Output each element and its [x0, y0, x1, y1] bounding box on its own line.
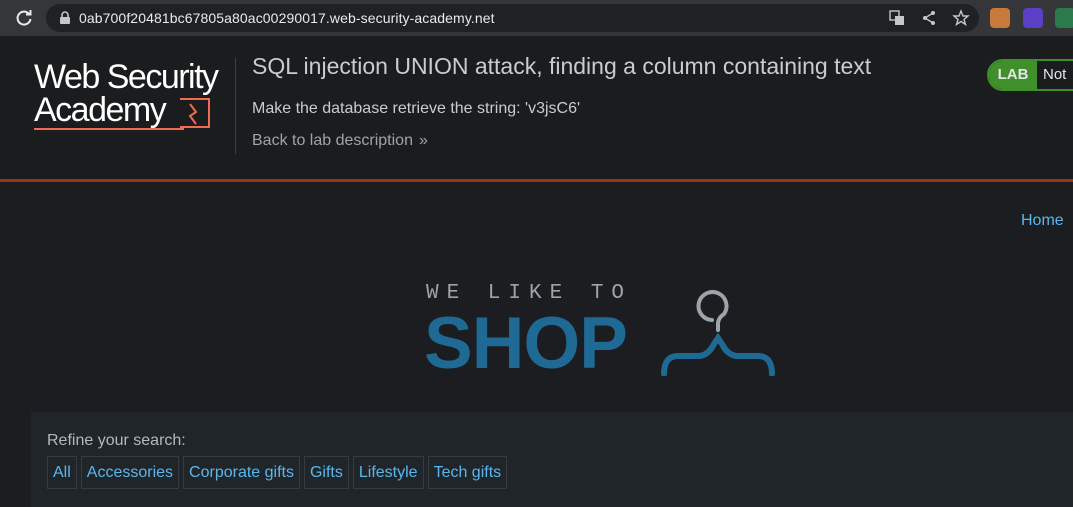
extension-icon[interactable] [1055, 8, 1073, 28]
lock-icon[interactable] [58, 11, 72, 25]
extension-icon[interactable] [1023, 8, 1043, 28]
logo-text-line2: Academy [34, 91, 167, 129]
url-text[interactable]: 0ab700f20481bc67805a80ac00290017.web-sec… [79, 10, 495, 26]
share-icon[interactable] [920, 9, 938, 27]
filter-corporate-gifts[interactable]: Corporate gifts [183, 456, 300, 489]
lab-badge-status: Not [1037, 61, 1073, 89]
logo-underline [34, 128, 184, 130]
web-security-academy-logo[interactable]: Web Security Academy [34, 58, 234, 134]
refine-search-panel: Refine your search: All Accessories Corp… [31, 412, 1073, 507]
back-to-lab-link[interactable]: Back to lab description » [252, 132, 428, 150]
filter-all[interactable]: All [47, 456, 77, 489]
home-link[interactable]: Home [1021, 212, 1064, 230]
filter-lifestyle[interactable]: Lifestyle [352, 456, 424, 489]
logo-bolt-box [180, 98, 210, 128]
lab-badge-label: LAB [989, 61, 1037, 89]
lab-status-badge: LAB Not [987, 59, 1073, 91]
filter-gifts[interactable]: Gifts [303, 456, 349, 489]
filter-accessories[interactable]: Accessories [80, 456, 180, 489]
reload-icon[interactable] [14, 8, 34, 28]
hanger-icon [661, 290, 775, 376]
star-icon[interactable] [952, 9, 970, 27]
browser-toolbar: 0ab700f20481bc67805a80ac00290017.web-sec… [0, 0, 1073, 36]
header-divider [235, 58, 236, 154]
shop-logo: WE LIKE TO SHOP [424, 282, 784, 384]
translate-icon[interactable] [888, 9, 906, 27]
shop-word: SHOP [424, 303, 628, 384]
lab-description: Make the database retrieve the string: '… [252, 100, 581, 117]
double-chevron-right-icon: » [418, 132, 428, 149]
back-link-label[interactable]: Back to lab description [252, 132, 413, 149]
refine-label: Refine your search: [47, 432, 186, 449]
address-bar[interactable]: 0ab700f20481bc67805a80ac00290017.web-sec… [46, 4, 979, 32]
filter-tech-gifts[interactable]: Tech gifts [427, 456, 508, 489]
extension-icon[interactable] [990, 8, 1010, 28]
lab-title: SQL injection UNION attack, finding a co… [252, 53, 872, 79]
category-filters: All Accessories Corporate gifts Gifts Li… [47, 456, 508, 489]
